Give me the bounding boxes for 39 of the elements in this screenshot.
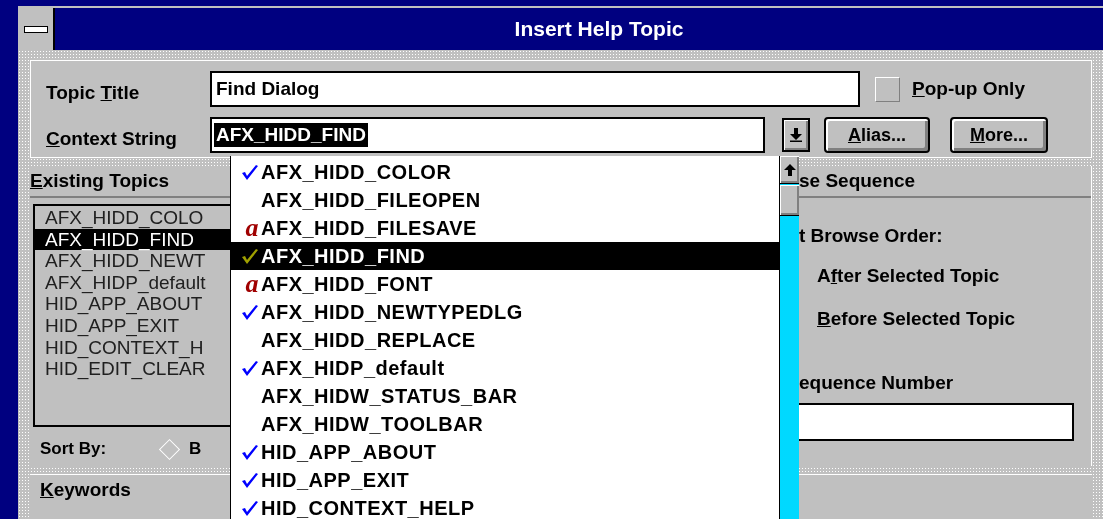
context-string-field[interactable]: AFX_HIDD_FIND xyxy=(210,117,765,153)
topic-title-field[interactable]: Find Dialog xyxy=(210,71,860,107)
scroll-thumb[interactable] xyxy=(780,185,799,216)
keywords-label: Keywords xyxy=(40,479,131,500)
dropdown-button[interactable] xyxy=(782,118,810,152)
check-icon xyxy=(241,444,259,460)
dropdown-item[interactable]: AFX_HIDD_FIND xyxy=(231,242,779,270)
window-title: Insert Help Topic xyxy=(513,16,685,42)
check-icon xyxy=(241,248,259,264)
dropdown-item[interactable]: HID_CONTEXT_HELP xyxy=(231,494,779,519)
browse-option-label[interactable]: Before Selected Topic xyxy=(797,308,1091,330)
more-button[interactable]: More... xyxy=(950,117,1048,153)
sequence-number-field[interactable] xyxy=(797,403,1074,441)
topic-title-label: Topic Title xyxy=(46,81,141,104)
check-icon xyxy=(241,304,259,320)
check-icon xyxy=(241,360,259,376)
popup-only-label[interactable]: Pop-up Only xyxy=(912,78,1025,100)
context-string-label: Context String xyxy=(46,127,178,150)
item-text: HID_CONTEXT_HELP xyxy=(261,496,475,519)
system-menu-button[interactable] xyxy=(18,8,55,50)
check-icon xyxy=(241,500,259,516)
scroll-up-button[interactable] xyxy=(780,156,799,184)
check-icon xyxy=(241,164,259,180)
up-arrow-icon xyxy=(783,163,796,176)
check-icon xyxy=(241,472,259,488)
dropdown-item[interactable]: HID_APP_EXIT xyxy=(231,466,779,494)
sort-by-label: Sort By: xyxy=(40,439,108,459)
scrollbar[interactable] xyxy=(779,156,799,519)
dropdown-item[interactable]: HID_APP_ABOUT xyxy=(231,438,779,466)
sequence-number-label: equence Number xyxy=(798,372,955,394)
alias-mark: a xyxy=(245,274,259,294)
sort-option-label[interactable]: B xyxy=(189,439,202,459)
browse-order-label: t Browse Order: xyxy=(798,225,944,247)
popup-only-checkbox[interactable] xyxy=(875,76,900,102)
browse-option-label[interactable]: After Selected Topic xyxy=(797,265,1091,287)
alias-button[interactable]: Alias... xyxy=(824,117,930,153)
item-text: HID_APP_ABOUT xyxy=(261,440,437,464)
down-arrow-icon xyxy=(790,128,802,142)
item-text: HID_APP_EXIT xyxy=(261,468,410,492)
